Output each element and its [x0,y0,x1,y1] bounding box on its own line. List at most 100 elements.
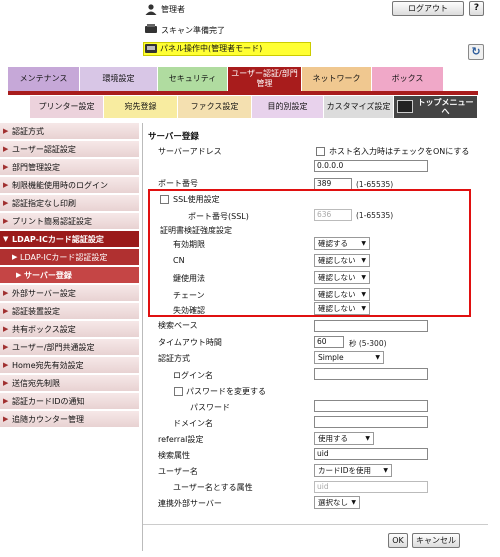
referral-select[interactable]: 使用する ▼ [314,432,374,445]
tab-fax-settings[interactable]: ファクス設定 [178,96,252,118]
arrow-right-icon: ▶ [3,397,9,405]
login-name-label: ログイン名 [173,371,213,380]
arrow-right-icon: ▶ [3,325,9,333]
sidebar-item-card-id-notify[interactable]: ▶ 認証カードIDの通知 [0,393,139,410]
cancel-button[interactable]: キャンセル [412,533,460,548]
search-attr-input[interactable]: uid [314,448,428,460]
admin-icon [144,4,158,15]
arrow-right-icon: ▶ [3,415,9,423]
arrow-right-icon: ▶ [3,343,9,351]
ok-button[interactable]: OK [388,533,408,548]
user-name-label: ユーザー名 [158,467,198,476]
sidebar-item-no-auth-print[interactable]: ▶ 認証指定なし印刷 [0,195,139,212]
sidebar-item-external-server[interactable]: ▶ 外部サーバー設定 [0,285,139,302]
tab-purpose-settings[interactable]: 目的別設定 [252,96,324,118]
tab-box[interactable]: ボックス [372,67,444,91]
server-address-label: サーバーアドレス [158,147,222,156]
arrow-right-icon: ▶ [12,253,18,261]
chevron-down-icon: ▼ [365,435,370,442]
timeout-label: タイムアウト時間 [158,338,222,347]
panel-status-bar: パネル操作中(管理者モード) [143,42,311,56]
port-range: (1-65535) [356,180,394,189]
sidebar-item-shared-box[interactable]: ▶ 共有ボックス設定 [0,321,139,338]
user-attr-label: ユーザー名とする属性 [173,483,253,492]
user-attr-input[interactable]: uid [314,481,428,493]
tab-address-registration[interactable]: 宛先登録 [104,96,178,118]
sidebar-item-ldap-ic[interactable]: ▼ LDAP-ICカード認証設定 [0,231,139,248]
password-label: パスワード [190,403,230,412]
chevron-down-icon: ▼ [351,499,356,506]
logout-button[interactable]: ログアウト [392,1,464,16]
linked-server-select[interactable]: 選択なし ▼ [314,496,360,509]
linked-server-label: 連携外部サーバー [158,499,222,508]
tab-customize-settings[interactable]: カスタマイズ設定 [324,96,394,118]
arrow-right-icon: ▶ [3,217,9,225]
sidebar: ▶ 認証方式 ▶ ユーザー認証設定 ▶ 部門管理設定 ▶ 制限機能使用時のログイン ▶ 認… [0,123,139,428]
sidebar-item-auth-device[interactable]: ▶ 認証装置設定 [0,303,139,320]
top-menu-icon [397,100,413,113]
sidebar-item-ldap-ic-sub[interactable]: ▶ LDAP-ICカード認証設定 [0,249,139,266]
tab-underline [8,91,478,95]
timeout-input[interactable]: 60 [314,336,344,348]
search-base-label: 検索ベース [158,321,198,330]
chevron-down-icon: ▼ [375,354,380,361]
scan-status: スキャン準備完了 [161,26,225,35]
arrow-right-icon: ▶ [3,289,9,297]
tab-network[interactable]: ネットワーク [302,67,372,91]
arrow-right-icon: ▶ [3,361,9,369]
sidebar-item-tracking-counter[interactable]: ▶ 追随カウンター管理 [0,411,139,428]
hostname-checkbox[interactable] [316,147,325,156]
password-input[interactable] [314,400,428,412]
sidebar-item-user-dept-common[interactable]: ▶ ユーザー/部門共通設定 [0,339,139,356]
server-address-input[interactable]: 0.0.0.0 [314,160,428,172]
change-password-label: パスワードを変更する [186,387,266,396]
arrow-right-icon: ▶ [3,307,9,315]
search-attr-label: 検索属性 [158,451,190,460]
referral-label: referral設定 [158,435,204,444]
section-title: サーバー登録 [148,132,199,142]
change-password-checkbox[interactable] [174,387,183,396]
user-name-select[interactable]: カードIDを使用 ▼ [314,464,392,477]
hostname-checkbox-label: ホスト名入力時はチェックをONにする [329,147,470,156]
scanner-icon [144,24,158,35]
arrow-right-icon: ▶ [3,127,9,135]
help-button[interactable]: ? [469,1,484,16]
sidebar-item-dept[interactable]: ▶ 部門管理設定 [0,159,139,176]
panel-icon [144,43,158,54]
sidebar-item-simple-print-auth[interactable]: ▶ プリント簡易認証設定 [0,213,139,230]
sidebar-item-home-dest[interactable]: ▶ Home宛先有効設定 [0,357,139,374]
auth-method-select[interactable]: Simple ▼ [314,351,384,364]
port-label: ポート番号 [158,179,198,188]
sidebar-item-auth-method[interactable]: ▶ 認証方式 [0,123,139,140]
highlight-box [148,189,471,317]
tab-printer-settings[interactable]: プリンター設定 [30,96,104,118]
arrow-right-icon: ▶ [3,145,9,153]
sidebar-item-server-registration[interactable]: ▶ サーバー登録 [0,267,139,284]
arrow-down-icon: ▼ [3,235,9,243]
arrow-right-icon: ▶ [3,199,9,207]
sidebar-item-user-auth[interactable]: ▶ ユーザー認証設定 [0,141,139,158]
arrow-right-icon: ▶ [16,271,22,279]
chevron-down-icon: ▼ [383,467,388,474]
arrow-right-icon: ▶ [3,163,9,171]
login-name-input[interactable] [314,368,428,380]
domain-label: ドメイン名 [173,419,213,428]
refresh-icon[interactable]: ↻ [468,44,484,60]
auth-method-label: 認証方式 [158,354,190,363]
timeout-unit: 秒 (5-300) [349,339,387,348]
arrow-right-icon: ▶ [3,379,9,387]
sidebar-item-send-restrict[interactable]: ▶ 送信宛先制限 [0,375,139,392]
tab-security[interactable]: セキュリティ [158,67,228,91]
arrow-right-icon: ▶ [3,181,9,189]
sidebar-item-restricted-login[interactable]: ▶ 制限機能使用時のログイン [0,177,139,194]
form-bottom-divider [143,524,488,525]
tab-maintenance[interactable]: メンテナンス [8,67,80,91]
tab-user-auth[interactable]: ユーザー認証/部門管理 [228,67,302,91]
top-menu-button[interactable]: トップメニューへ [394,96,478,118]
content-divider [142,123,143,551]
admin-label: 管理者 [161,5,185,14]
search-base-input[interactable] [314,320,428,332]
domain-input[interactable] [314,416,428,428]
top-menu-label: トップメニューへ [417,98,474,116]
tab-environment[interactable]: 環境設定 [80,67,158,91]
